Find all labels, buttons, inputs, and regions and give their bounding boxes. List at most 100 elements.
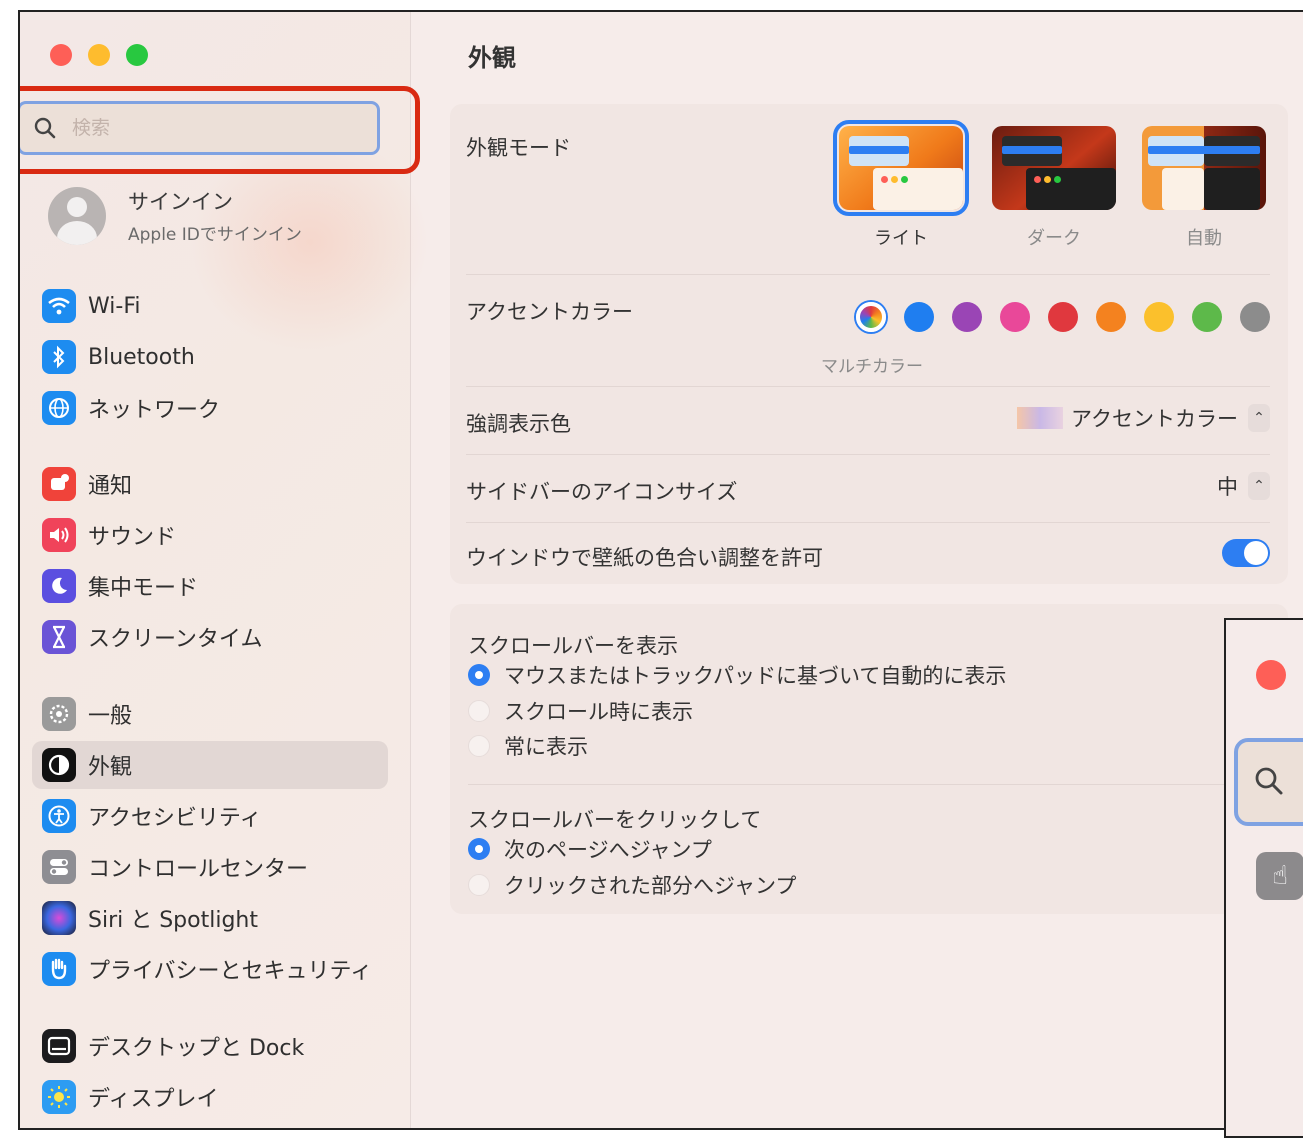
mode-light-thumb[interactable] — [833, 120, 969, 216]
main-content: 外観 外観モード ライト ダーク 自動 アクセントカラー マルチカラー 強調表示… — [410, 12, 1303, 1128]
wallpaper-tint-toggle[interactable] — [1222, 539, 1270, 567]
touch-icon[interactable]: ☝ — [1256, 852, 1303, 900]
accent-swatch-orange[interactable] — [1096, 302, 1126, 332]
mode-auto-thumb[interactable] — [1142, 126, 1266, 210]
appearance-mode-row: 外観モード ライト ダーク 自動 — [466, 104, 1270, 275]
mode-light-label[interactable]: ライト — [839, 224, 963, 250]
sidebar-item-label: デスクトップと Dock — [88, 1036, 305, 1061]
sidebar-item-focus[interactable]: 集中モード — [32, 562, 388, 610]
sidebar-item-network[interactable]: ネットワーク — [32, 384, 388, 432]
accent-swatch-yellow[interactable] — [1144, 302, 1174, 332]
gear-icon — [42, 697, 76, 731]
show-scrollbars-option-auto[interactable]: マウスまたはトラックパッドに基づいて自動的に表示 — [468, 660, 1006, 690]
sidebar-item-label: 集中モード — [88, 576, 199, 601]
sidebar-item-displays[interactable]: ディスプレイ — [32, 1073, 388, 1121]
radio-button[interactable] — [468, 874, 490, 896]
sidebar-item-siri-spotlight[interactable]: Siri と Spotlight — [32, 894, 388, 942]
accent-color-caption: マルチカラー — [821, 357, 923, 377]
sidebar-item-bluetooth[interactable]: Bluetooth — [32, 333, 388, 381]
sidebar-item-label: コントロールセンター — [88, 857, 309, 882]
settings-window: サインイン Apple IDでサインイン Wi-Fi Bluetooth ネット… — [18, 10, 1303, 1130]
highlight-color-select[interactable]: アクセントカラー ⌃ — [1017, 403, 1270, 433]
account-signin[interactable]: サインイン Apple IDでサインイン — [48, 186, 302, 245]
mode-dark-thumb[interactable] — [992, 126, 1116, 210]
search-field[interactable] — [20, 101, 380, 155]
radio-label: スクロール時に表示 — [504, 700, 693, 724]
bluetooth-icon — [42, 340, 76, 374]
mode-auto-label[interactable]: 自動 — [1142, 224, 1266, 250]
close-button[interactable] — [50, 44, 72, 66]
sidebar-item-label: 一般 — [88, 704, 133, 729]
overlapping-window: ☝ — [1224, 618, 1303, 1138]
accent-swatch-blue[interactable] — [904, 302, 934, 332]
minimize-button[interactable] — [88, 44, 110, 66]
globe-icon — [42, 391, 76, 425]
sidebar-item-label: Bluetooth — [88, 344, 195, 370]
show-scrollbars-title: スクロールバーを表示 — [468, 634, 678, 658]
sidebar-item-label: スクリーンタイム — [88, 627, 263, 652]
sidebar-item-control-center[interactable]: コントロールセンター — [32, 843, 388, 891]
show-scrollbars-option-always[interactable]: 常に表示 — [468, 731, 588, 761]
sidebar-item-screen-time[interactable]: スクリーンタイム — [32, 613, 388, 661]
sidebar-icon-size-row: サイドバーのアイコンサイズ 中 ⌃ — [466, 454, 1270, 523]
control-center-icon — [42, 850, 76, 884]
sidebar-item-sound[interactable]: サウンド — [32, 511, 388, 559]
sidebar-item-general[interactable]: 一般 — [32, 690, 388, 738]
sidebar-item-label: 外観 — [88, 755, 133, 780]
highlight-color-preview — [1017, 407, 1064, 429]
show-scrollbars-option-scrolling[interactable]: スクロール時に表示 — [468, 696, 693, 726]
account-subtitle: Apple IDでサインイン — [128, 225, 302, 245]
sidebar: サインイン Apple IDでサインイン Wi-Fi Bluetooth ネット… — [20, 12, 430, 1128]
radio-label: クリックされた部分へジャンプ — [504, 874, 797, 898]
sidebar-item-label: ネットワーク — [88, 398, 221, 423]
avatar — [48, 186, 106, 245]
chevron-updown-icon: ⌃ — [1248, 472, 1270, 500]
search-input[interactable] — [70, 116, 354, 140]
mode-dark-label[interactable]: ダーク — [992, 224, 1116, 250]
sidebar-item-label: サウンド — [88, 525, 177, 550]
sidebar-item-desktop-dock[interactable]: デスクトップと Dock — [32, 1022, 388, 1070]
speaker-icon — [42, 518, 76, 552]
radio-button[interactable] — [468, 664, 490, 686]
siri-icon — [42, 901, 76, 935]
account-name: サインイン — [128, 190, 233, 214]
highlight-color-label: 強調表示色 — [466, 412, 571, 436]
search-field[interactable] — [1234, 738, 1303, 826]
sidebar-item-wifi[interactable]: Wi-Fi — [32, 282, 388, 330]
sidebar-item-notifications[interactable]: 通知 — [32, 460, 388, 508]
accent-swatch-graphite[interactable] — [1240, 302, 1270, 332]
radio-button[interactable] — [468, 700, 490, 722]
click-scrollbar-option-clicked-spot[interactable]: クリックされた部分へジャンプ — [468, 870, 796, 900]
accent-swatch-red[interactable] — [1048, 302, 1078, 332]
sidebar-icon-size-value: 中 — [1217, 475, 1238, 499]
page-title: 外観 — [468, 44, 516, 72]
radio-label: 次のページへジャンプ — [504, 838, 712, 862]
close-button[interactable] — [1256, 660, 1286, 690]
accessibility-icon — [42, 799, 76, 833]
click-scrollbar-option-next-page[interactable]: 次のページへジャンプ — [468, 834, 712, 864]
sidebar-item-label: ディスプレイ — [88, 1087, 219, 1112]
sidebar-item-appearance[interactable]: 外観 — [32, 741, 388, 789]
radio-button[interactable] — [468, 838, 490, 860]
dock-icon — [42, 1029, 76, 1063]
appearance-settings-panel: 外観モード ライト ダーク 自動 アクセントカラー マルチカラー 強調表示色 ア… — [450, 104, 1288, 584]
hourglass-icon — [42, 620, 76, 654]
accent-swatch-pink[interactable] — [1000, 302, 1030, 332]
wallpaper-tint-row: ウインドウで壁紙の色合い調整を許可 — [466, 522, 1270, 584]
divider — [468, 784, 1270, 785]
sidebar-item-label: Wi-Fi — [88, 293, 141, 319]
radio-button[interactable] — [468, 735, 490, 757]
scrollbar-settings-panel: スクロールバーを表示 マウスまたはトラックパッドに基づいて自動的に表示 スクロー… — [450, 604, 1288, 914]
appearance-mode-label: 外観モード — [466, 136, 571, 160]
wallpaper-tint-label: ウインドウで壁紙の色合い調整を許可 — [466, 546, 823, 570]
sidebar-item-privacy-security[interactable]: プライバシーとセキュリティ — [32, 945, 388, 993]
accent-swatch-purple[interactable] — [952, 302, 982, 332]
sidebar-item-label: プライバシーとセキュリティ — [88, 959, 373, 984]
sidebar-icon-size-select[interactable]: 中 ⌃ — [1217, 471, 1270, 501]
accent-swatch-green[interactable] — [1192, 302, 1222, 332]
sidebar-item-label: アクセシビリティ — [88, 806, 262, 831]
sidebar-item-accessibility[interactable]: アクセシビリティ — [32, 792, 388, 840]
zoom-button[interactable] — [126, 44, 148, 66]
accent-swatch-multicolor[interactable] — [856, 302, 886, 332]
radio-label: 常に表示 — [504, 735, 588, 759]
